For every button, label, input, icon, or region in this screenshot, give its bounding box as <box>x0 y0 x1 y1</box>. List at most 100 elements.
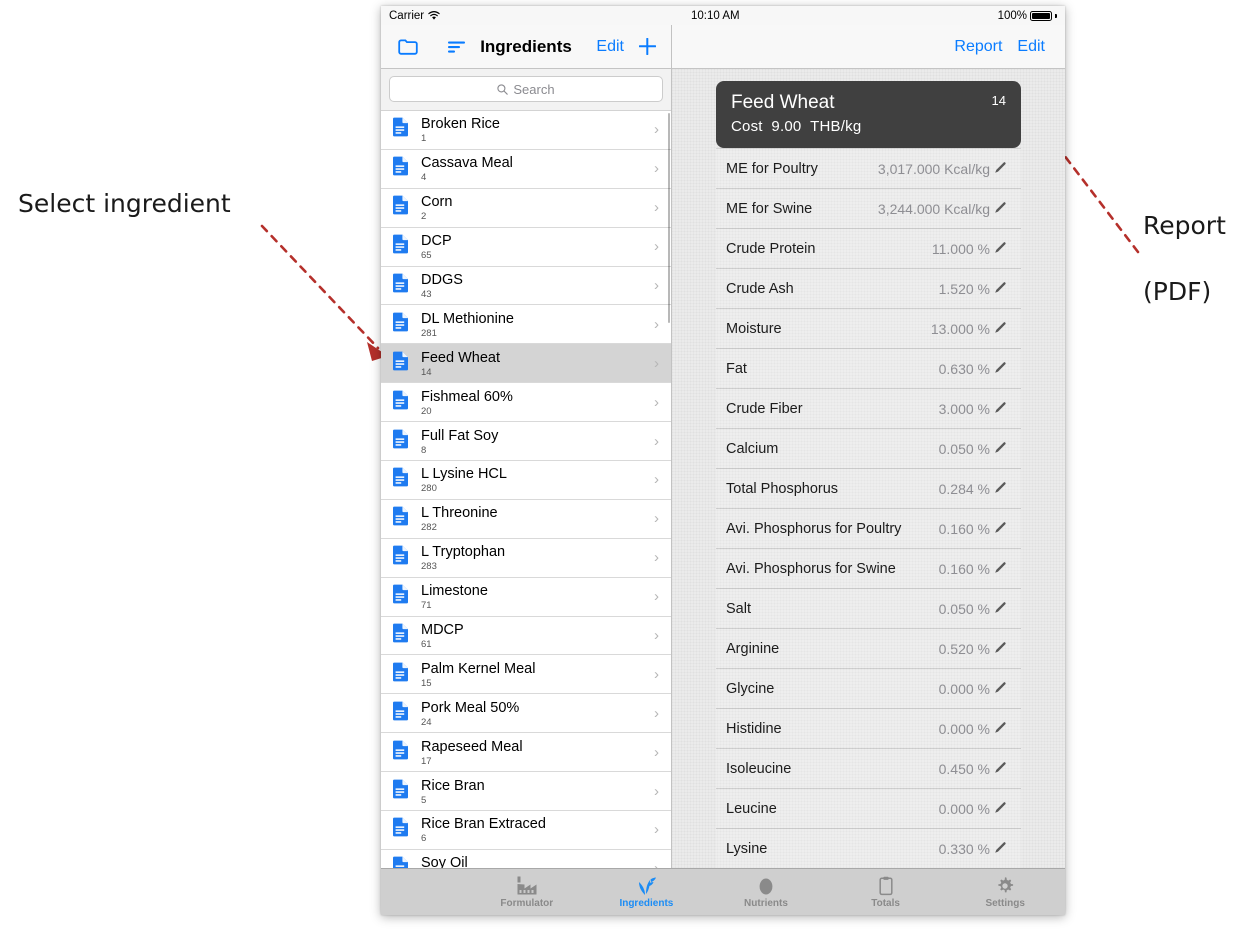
annotation-report: Report <box>1143 211 1226 240</box>
document-icon <box>392 351 409 376</box>
ingredients-list[interactable]: Broken Rice 1 › Cassava Meal 4 › Corn 2 › DCP 65 › D… <box>381 111 671 868</box>
list-item[interactable]: Corn 2 › <box>381 188 671 228</box>
list-item-name: Feed Wheat <box>421 349 500 366</box>
list-item[interactable]: Palm Kernel Meal 15 › <box>381 655 671 695</box>
list-item-name: DDGS <box>421 272 463 288</box>
detail-scroll-area[interactable]: 14 Feed Wheat Cost 9.00 THB/kg ME for Po… <box>672 69 1065 868</box>
nutrient-row[interactable]: Glycine 0.000 % <box>716 669 1021 709</box>
pencil-icon[interactable] <box>994 561 1021 577</box>
tab-formulator[interactable]: Formulator <box>467 869 587 915</box>
chevron-right-icon: › <box>654 627 659 645</box>
pencil-icon[interactable] <box>994 481 1021 497</box>
report-button[interactable]: Report <box>954 38 1002 56</box>
nutrient-row[interactable]: Avi. Phosphorus for Swine 0.160 % <box>716 549 1021 589</box>
pencil-icon[interactable] <box>994 401 1021 417</box>
pencil-icon[interactable] <box>994 681 1021 697</box>
list-item[interactable]: Rapeseed Meal 17 › <box>381 733 671 773</box>
list-item[interactable]: Rice Bran Extraced 6 › <box>381 811 671 850</box>
list-item[interactable]: L Tryptophan 283 › <box>381 538 671 578</box>
list-item-name: L Lysine HCL <box>421 466 507 483</box>
pencil-icon[interactable] <box>994 201 1021 217</box>
pencil-icon[interactable] <box>994 161 1021 177</box>
pencil-icon[interactable] <box>994 361 1021 377</box>
document-icon <box>392 779 409 804</box>
list-item[interactable]: Cassava Meal 4 › <box>381 149 671 189</box>
ingredient-code: 14 <box>991 93 1006 108</box>
list-item[interactable]: Soy Oil11› <box>381 849 671 868</box>
nutrient-row[interactable]: Fat 0.630 % <box>716 349 1021 389</box>
list-item-code: 24 <box>421 716 432 728</box>
tab-ingredients[interactable]: Ingredients <box>587 869 707 915</box>
chevron-right-icon: › <box>654 199 659 217</box>
chevron-right-icon: › <box>654 354 659 372</box>
edit-button-right[interactable]: Edit <box>1017 38 1045 56</box>
nutrient-row[interactable]: Crude Ash 1.520 % <box>716 269 1021 309</box>
ipad-device-frame: Carrier 10:10 AM 100% Ingredients Edit S… <box>381 6 1065 915</box>
pencil-icon[interactable] <box>994 841 1021 857</box>
chevron-right-icon: › <box>654 821 659 839</box>
nutrient-row[interactable]: Arginine 0.520 % <box>716 629 1021 669</box>
tab-totals[interactable]: Totals <box>826 869 946 915</box>
nutrient-label: Moisture <box>726 320 782 337</box>
list-item[interactable]: Full Fat Soy 8 › <box>381 422 671 462</box>
pencil-icon[interactable] <box>994 441 1021 457</box>
list-item[interactable]: L Threonine 282 › <box>381 499 671 539</box>
nutrient-row[interactable]: ME for Poultry 3,017.000 Kcal/kg <box>716 148 1021 189</box>
pencil-icon[interactable] <box>994 601 1021 617</box>
tab-nutrients[interactable]: Nutrients <box>706 869 826 915</box>
list-item[interactable]: DL Methionine 281 › <box>381 305 671 345</box>
nutrient-row[interactable]: Lysine 0.330 % <box>716 829 1021 868</box>
nutrient-row[interactable]: Moisture 13.000 % <box>716 309 1021 349</box>
status-bar: Carrier 10:10 AM 100% <box>381 6 1065 25</box>
gear-icon <box>994 876 1016 896</box>
nutrient-row[interactable]: Leucine 0.000 % <box>716 789 1021 829</box>
nutrient-row[interactable]: Calcium 0.050 % <box>716 429 1021 469</box>
list-item[interactable]: Feed Wheat 14 › <box>381 344 671 384</box>
tabbar-spacer <box>381 869 467 915</box>
folder-icon[interactable] <box>398 39 418 55</box>
nutrient-label: Calcium <box>726 440 779 457</box>
nutrient-row[interactable]: Crude Protein 11.000 % <box>716 229 1021 269</box>
nutrient-row[interactable]: Histidine 0.000 % <box>716 709 1021 749</box>
list-item[interactable]: Rice Bran 5 › <box>381 772 671 812</box>
pencil-icon[interactable] <box>994 761 1021 777</box>
pencil-icon[interactable] <box>994 241 1021 257</box>
list-item[interactable]: L Lysine HCL 280 › <box>381 461 671 500</box>
ingredients-master-pane: Ingredients Edit Search Broken Rice 1 › … <box>381 25 672 868</box>
list-item[interactable]: Pork Meal 50% 24 › <box>381 694 671 734</box>
document-icon <box>392 156 409 181</box>
nutrient-row[interactable]: Crude Fiber 3.000 % <box>716 389 1021 429</box>
tab-bar: Formulator Ingredients Nutrients Totals Sett… <box>381 868 1065 915</box>
plus-icon[interactable] <box>638 37 657 56</box>
nutrient-value: 0.160 % <box>938 560 990 577</box>
list-item[interactable]: Broken Rice 1 › <box>381 111 671 150</box>
nutrient-row[interactable]: ME for Swine 3,244.000 Kcal/kg <box>716 189 1021 229</box>
list-scrollbar[interactable] <box>667 113 670 323</box>
document-icon <box>392 506 409 531</box>
search-input[interactable]: Search <box>389 76 663 102</box>
nutrient-row[interactable]: Isoleucine 0.450 % <box>716 749 1021 789</box>
pencil-icon[interactable] <box>994 641 1021 657</box>
pencil-icon[interactable] <box>994 801 1021 817</box>
tab-label: Settings <box>985 897 1025 909</box>
nutrient-row[interactable]: Salt 0.050 % <box>716 589 1021 629</box>
pencil-icon[interactable] <box>994 521 1021 537</box>
list-item[interactable]: MDCP 61 › <box>381 616 671 656</box>
edit-button-left[interactable]: Edit <box>596 38 624 56</box>
battery-indicator: 100% <box>998 10 1057 22</box>
pencil-icon[interactable] <box>994 721 1021 737</box>
tab-settings[interactable]: Settings <box>945 869 1065 915</box>
chevron-right-icon: › <box>654 160 659 178</box>
list-item-code: 65 <box>421 250 432 262</box>
list-item[interactable]: DCP 65 › <box>381 227 671 267</box>
sort-icon[interactable] <box>447 40 467 54</box>
list-item[interactable]: DDGS 43 › <box>381 266 671 306</box>
pencil-icon[interactable] <box>994 281 1021 297</box>
nutrient-row[interactable]: Total Phosphorus 0.284 % <box>716 469 1021 509</box>
nutrient-value: 0.630 % <box>938 360 990 377</box>
list-item[interactable]: Fishmeal 60% 20 › <box>381 383 671 423</box>
ingredients-navigation-bar: Ingredients Edit <box>381 25 671 69</box>
nutrient-row[interactable]: Avi. Phosphorus for Poultry 0.160 % <box>716 509 1021 549</box>
list-item[interactable]: Limestone 71 › <box>381 577 671 617</box>
pencil-icon[interactable] <box>994 321 1021 337</box>
